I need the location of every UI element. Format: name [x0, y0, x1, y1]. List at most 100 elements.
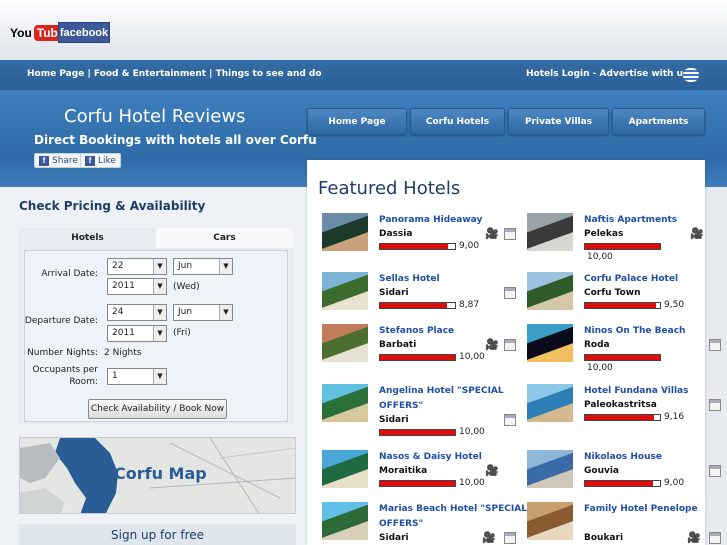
- hotel-name-link[interactable]: Naftis Apartments: [584, 213, 727, 228]
- departure-day-value: 24: [112, 307, 124, 317]
- hotel-location: Roda: [584, 340, 610, 350]
- arrival-label: Arrival Date:: [41, 269, 98, 279]
- video-camera-icon[interactable]: 🎥: [687, 532, 702, 544]
- hotel-name-link[interactable]: Family Hotel Penelope: [584, 502, 727, 517]
- video-camera-icon[interactable]: 🎥: [482, 532, 497, 544]
- rating-bar: [584, 302, 661, 309]
- hotel-name-link[interactable]: Corfu Palace Hotel: [584, 272, 727, 287]
- hotel-thumbnail[interactable]: [527, 324, 573, 362]
- hotel-thumbnail[interactable]: [527, 502, 573, 540]
- calendar-icon[interactable]: [709, 465, 721, 477]
- departure-day-select[interactable]: 24 ▼: [107, 304, 167, 321]
- signup-heading[interactable]: Sign up for free: [19, 524, 296, 545]
- hotel-thumbnail[interactable]: [527, 384, 573, 422]
- hotel-thumbnail[interactable]: [322, 324, 368, 362]
- arrival-month-value: Jun: [178, 261, 193, 271]
- arrival-year-select[interactable]: 2011 ▼: [107, 278, 167, 295]
- calendar-icon[interactable]: [504, 287, 516, 299]
- hotel-location: Corfu Town: [584, 288, 641, 298]
- occupants-label-line2: Room:: [69, 377, 98, 387]
- corfu-map-banner[interactable]: Corfu Map: [19, 437, 296, 514]
- rating-bar-fill: [380, 244, 448, 249]
- hotel-name-link[interactable]: Nasos & Daisy Hotel: [379, 450, 529, 465]
- hotel-thumbnail[interactable]: [322, 272, 368, 310]
- calendar-icon[interactable]: [504, 228, 516, 240]
- facebook-button[interactable]: facebook: [58, 22, 110, 43]
- hotel-thumbnail[interactable]: [322, 384, 368, 422]
- site-title[interactable]: Corfu Hotel Reviews: [64, 106, 245, 127]
- top-nav-links[interactable]: Home Page | Food & Entertainment | Thing…: [27, 69, 322, 79]
- tab-cars[interactable]: Cars: [156, 228, 293, 248]
- check-availability-button[interactable]: Check Availability / Book Now: [88, 399, 227, 419]
- facebook-icon: f: [85, 155, 95, 166]
- hotel-name-link[interactable]: Panorama Hideaway: [379, 213, 529, 228]
- hotel-location: Boukari: [584, 533, 624, 543]
- calendar-icon[interactable]: [709, 532, 721, 544]
- top-bar: You Tube facebook: [0, 0, 727, 60]
- departure-year-select[interactable]: 2011 ▼: [107, 325, 167, 342]
- hotel-location: Barbati: [379, 340, 417, 350]
- greek-flag-icon[interactable]: [683, 68, 699, 82]
- hotel-thumbnail[interactable]: [322, 213, 368, 251]
- hotel-name-link[interactable]: Sellas Hotel: [379, 272, 529, 287]
- chevron-down-icon: ▼: [219, 305, 232, 320]
- arrival-day-select[interactable]: 22 ▼: [107, 258, 167, 275]
- video-camera-icon[interactable]: 🎥: [485, 228, 500, 240]
- video-camera-icon[interactable]: 🎥: [690, 228, 705, 240]
- calendar-icon[interactable]: [709, 339, 721, 351]
- hotel-name-link[interactable]: Ninos On The Beach: [584, 324, 727, 339]
- rating-bar: [379, 480, 456, 487]
- tab-corfu-hotels[interactable]: Corfu Hotels: [410, 108, 505, 135]
- occupants-value: 1: [112, 371, 118, 381]
- like-label: Like: [98, 155, 116, 166]
- chevron-down-icon: ▼: [153, 279, 166, 294]
- calendar-icon[interactable]: [504, 339, 516, 351]
- calendar-icon[interactable]: [504, 532, 516, 544]
- arrival-month-select[interactable]: Jun ▼: [173, 258, 233, 275]
- hotel-thumbnail[interactable]: [527, 272, 573, 310]
- hotel-thumbnail[interactable]: [527, 213, 573, 251]
- tab-private-villas[interactable]: Private Villas: [508, 108, 609, 135]
- featured-title: Featured Hotels: [318, 178, 461, 199]
- rating-score: 10,00: [459, 427, 485, 437]
- occupants-label-line1: Occupants per: [32, 365, 98, 375]
- share-label: Share: [52, 155, 78, 166]
- hotel-name-link[interactable]: Marias Beach Hotel "SPECIAL OFFERS": [379, 502, 529, 532]
- rating-score: 9,50: [664, 300, 685, 310]
- hotels-login-link[interactable]: Hotels Login - Advertise with us: [526, 69, 688, 79]
- hotel-name-link[interactable]: Angelina Hotel "SPECIAL OFFERS": [379, 384, 529, 414]
- hotel-thumbnail[interactable]: [322, 450, 368, 488]
- booking-tabs: Hotels Cars: [19, 228, 293, 248]
- tab-home-page[interactable]: Home Page: [307, 108, 407, 135]
- departure-month-select[interactable]: Jun ▼: [173, 304, 233, 321]
- video-camera-icon[interactable]: 🎥: [485, 465, 500, 477]
- hotel-name-link[interactable]: Nikolaos House: [584, 450, 727, 465]
- hotel-name-link[interactable]: Hotel Fundana Villas: [584, 384, 727, 399]
- top-nav: Home Page | Food & Entertainment | Thing…: [0, 60, 727, 90]
- hotel-location: Sidari: [379, 288, 409, 298]
- nights-value: 2 Nights: [104, 348, 142, 358]
- facebook-like-button[interactable]: f Like: [80, 153, 121, 168]
- tab-apartments[interactable]: Apartments: [612, 108, 705, 135]
- chevron-down-icon: ▼: [219, 259, 232, 274]
- arrival-year-value: 2011: [112, 281, 135, 291]
- calendar-icon[interactable]: [504, 414, 516, 426]
- hotel-location: Moraitika: [379, 466, 428, 476]
- site-subtitle: Direct Bookings with hotels all over Cor…: [34, 133, 317, 147]
- occupants-select[interactable]: 1 ▼: [107, 368, 167, 385]
- departure-weekday: (Fri): [173, 328, 191, 338]
- hotel-name-link[interactable]: Stefanos Place: [379, 324, 529, 339]
- hotel-thumbnail[interactable]: [322, 502, 368, 540]
- hotel-location: Sidari: [379, 415, 409, 425]
- hotel-thumbnail[interactable]: [527, 450, 573, 488]
- rating-bar: [584, 480, 661, 487]
- departure-label: Departure Date:: [24, 316, 98, 326]
- rating-bar: [584, 243, 661, 250]
- calendar-icon[interactable]: [709, 399, 721, 411]
- rating-bar-fill: [585, 303, 657, 308]
- rating-score: 10,00: [587, 252, 613, 262]
- tab-hotels[interactable]: Hotels: [19, 228, 156, 248]
- facebook-icon: f: [39, 155, 49, 166]
- facebook-share-button[interactable]: f Share: [34, 153, 83, 168]
- video-camera-icon[interactable]: 🎥: [485, 339, 500, 351]
